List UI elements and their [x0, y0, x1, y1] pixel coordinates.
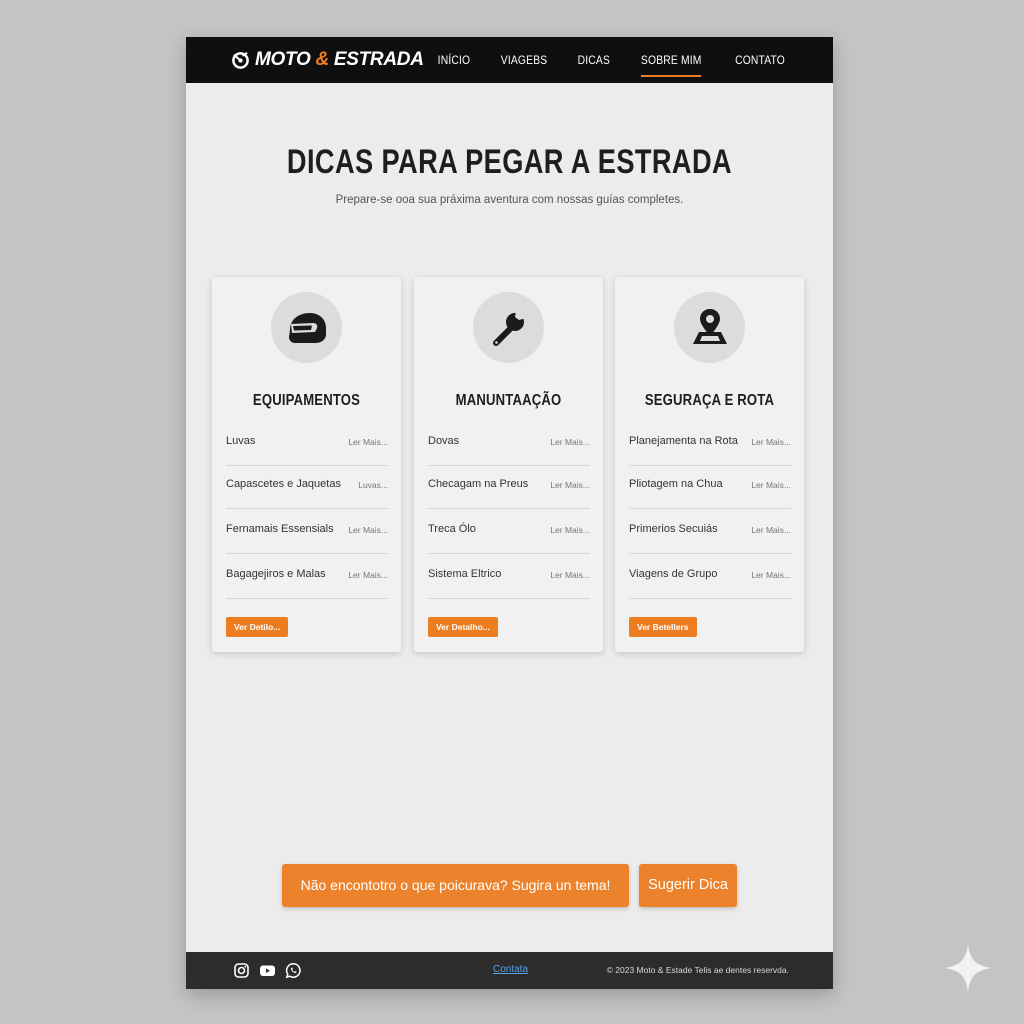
details-button[interactable]: Ver Detilo... [226, 617, 289, 637]
page-title: DICAS PARA PEGAR A ESTRADA [286, 143, 733, 181]
card-title: SEGURAÇA E ROTA [644, 392, 775, 409]
map-pin-icon-circle [674, 292, 745, 363]
list-item[interactable]: Treca Ólo Ler Mais... [428, 508, 590, 554]
card-equipamentos: EQUIPAMENTOS Luvas Ler Mais... Capascete… [212, 277, 401, 652]
item-name: Treca Ólo [428, 523, 476, 535]
youtube-icon[interactable] [259, 962, 276, 979]
item-name: Capascetes e Jaquetas [226, 478, 341, 490]
read-more-link[interactable]: Ler Mais... [348, 570, 388, 580]
suggest-topic-banner: Não encontotro o que poicurava? Sugira u… [282, 864, 629, 907]
list-item[interactable]: Checagam na Preus Ler Mais... [428, 463, 590, 509]
item-name: Luvas [226, 435, 256, 447]
footer: Contata © 2023 Moto & Estade Telis ae de… [186, 952, 833, 989]
item-name: Viagens de Grupo [629, 568, 718, 580]
logo-text-estrada: ESTRADA [333, 49, 424, 70]
card-title: MANUNTAAÇÃO [455, 392, 562, 409]
social-links [233, 962, 302, 979]
read-more-link[interactable]: Ler Mais... [550, 437, 590, 447]
read-more-link[interactable]: Ler Mais... [751, 570, 791, 580]
list-item[interactable]: Dovas Ler Mais... [428, 420, 590, 466]
list-item[interactable]: Viagens de Grupo Ler Mais... [629, 553, 791, 599]
nav-dicas[interactable]: DICAS [577, 49, 609, 71]
nav-sobre-mim[interactable]: SOBRE MIM [641, 49, 703, 77]
read-more-link[interactable]: Ler Mais... [348, 525, 388, 535]
instagram-icon[interactable] [233, 962, 250, 979]
read-more-link[interactable]: Ler Mais... [751, 437, 791, 447]
item-name: Sistema Eltrico [428, 568, 502, 580]
wrench-icon-circle [473, 292, 544, 363]
site-logo[interactable]: MOTO & ESTRADA [231, 48, 424, 72]
item-name: Planejamenta na Rota [629, 435, 738, 447]
card-title: EQUIPAMENTOS [252, 392, 361, 409]
list-item[interactable]: Bagagejiros e Malas Ler Mais... [226, 553, 388, 599]
nav-contato[interactable]: CONTATO [735, 49, 785, 71]
list-item[interactable]: Planejamenta na Rota Ler Mais... [629, 420, 791, 466]
read-more-link[interactable]: Ler Mais... [550, 480, 590, 490]
nav-inicio[interactable]: INÍCIO [437, 49, 470, 71]
item-name: Checagam na Preus [428, 478, 529, 490]
list-item[interactable]: Capascetes e Jaquetas Luvas... [226, 463, 388, 509]
item-name: Fernamais Essensials [226, 523, 334, 535]
motorcycle-wheel-icon [232, 51, 249, 69]
list-item[interactable]: Pliotagem na Chua Ler Mais... [629, 463, 791, 509]
list-item[interactable]: Primerios Secuiás Ler Mais... [629, 508, 791, 554]
read-more-link[interactable]: Luvas... [358, 480, 388, 490]
read-more-link[interactable]: Ler Mais... [751, 480, 791, 490]
item-name: Pliotagem na Chua [629, 478, 723, 490]
details-button[interactable]: Ver Betellers [629, 617, 697, 637]
card-manutencao: MANUNTAAÇÃO Dovas Ler Mais... Checagam n… [414, 277, 603, 652]
footer-contact-link[interactable]: Contata [493, 964, 528, 975]
main-nav: INÍCIO VIAGEBS DICAS SOBRE MIM CONTATO [435, 37, 789, 83]
suggest-tip-button[interactable]: Sugerir Dica [639, 864, 737, 907]
map-pin-icon [692, 308, 727, 344]
copyright-text: © 2023 Moto & Estade Telis ae dentes res… [606, 965, 789, 975]
list-item[interactable]: Fernamais Essensials Ler Mais... [226, 508, 388, 554]
page: MOTO & ESTRADA INÍCIO VIAGEBS DICAS SOBR… [186, 37, 833, 989]
list-item[interactable]: Luvas Ler Mais... [226, 420, 388, 466]
read-more-link[interactable]: Ler Mais... [550, 525, 590, 535]
item-name: Primerios Secuiás [629, 523, 718, 535]
read-more-link[interactable]: Ler Mais... [751, 525, 791, 535]
whatsapp-icon[interactable] [285, 962, 302, 979]
item-name: Bagagejiros e Malas [226, 568, 326, 580]
read-more-link[interactable]: Ler Mais... [550, 570, 590, 580]
list-item[interactable]: Sistema Eltrico Ler Mais... [428, 553, 590, 599]
sparkle-icon [944, 944, 992, 992]
logo-ampersand: & [315, 49, 329, 70]
page-subtitle: Prepare-se ooa sua práxima aventura com … [335, 194, 684, 206]
helmet-icon-circle [271, 292, 342, 363]
wrench-icon [492, 310, 526, 346]
nav-viagens[interactable]: VIAGEBS [500, 49, 547, 71]
logo-text-moto: MOTO [255, 49, 311, 70]
item-name: Dovas [428, 435, 460, 447]
read-more-link[interactable]: Ler Mais... [348, 437, 388, 447]
details-button[interactable]: Ver Detalho... [428, 617, 498, 637]
card-seguranca-rota: SEGURAÇA E ROTA Planejamenta na Rota Ler… [615, 277, 804, 652]
top-navbar: MOTO & ESTRADA INÍCIO VIAGEBS DICAS SOBR… [186, 37, 833, 83]
helmet-icon [288, 312, 326, 343]
